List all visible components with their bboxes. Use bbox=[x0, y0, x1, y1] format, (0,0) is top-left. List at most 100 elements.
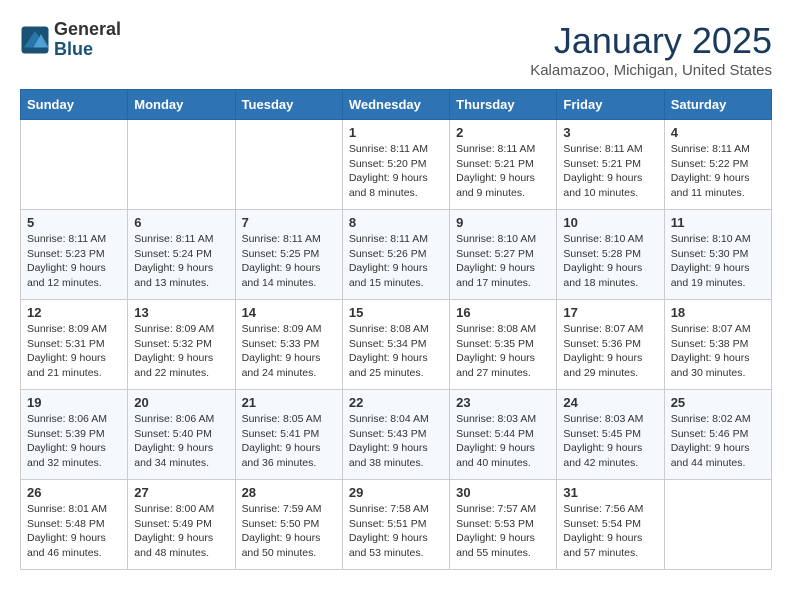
day-info: Sunrise: 8:09 AM Sunset: 5:31 PM Dayligh… bbox=[27, 322, 121, 381]
title-section: January 2025 Kalamazoo, Michigan, United… bbox=[530, 20, 772, 79]
calendar-cell: 27 Sunrise: 8:00 AM Sunset: 5:49 PM Dayli… bbox=[128, 480, 235, 570]
day-info: Sunrise: 8:00 AM Sunset: 5:49 PM Dayligh… bbox=[134, 502, 228, 561]
calendar-cell bbox=[235, 120, 342, 210]
day-info: Sunrise: 7:57 AM Sunset: 5:53 PM Dayligh… bbox=[456, 502, 550, 561]
calendar-cell: 25 Sunrise: 8:02 AM Sunset: 5:46 PM Dayli… bbox=[664, 390, 771, 480]
calendar-cell: 23 Sunrise: 8:03 AM Sunset: 5:44 PM Dayli… bbox=[450, 390, 557, 480]
day-info: Sunrise: 8:01 AM Sunset: 5:48 PM Dayligh… bbox=[27, 502, 121, 561]
calendar-cell: 16 Sunrise: 8:08 AM Sunset: 5:35 PM Dayli… bbox=[450, 300, 557, 390]
day-number: 29 bbox=[349, 485, 443, 500]
page-header: General Blue January 2025 Kalamazoo, Mic… bbox=[20, 20, 772, 79]
day-info: Sunrise: 8:11 AM Sunset: 5:26 PM Dayligh… bbox=[349, 232, 443, 291]
day-info: Sunrise: 8:03 AM Sunset: 5:44 PM Dayligh… bbox=[456, 412, 550, 471]
calendar-cell: 5 Sunrise: 8:11 AM Sunset: 5:23 PM Daylig… bbox=[21, 210, 128, 300]
calendar-cell: 6 Sunrise: 8:11 AM Sunset: 5:24 PM Daylig… bbox=[128, 210, 235, 300]
day-info: Sunrise: 8:02 AM Sunset: 5:46 PM Dayligh… bbox=[671, 412, 765, 471]
day-info: Sunrise: 8:07 AM Sunset: 5:38 PM Dayligh… bbox=[671, 322, 765, 381]
calendar-week-row: 26 Sunrise: 8:01 AM Sunset: 5:48 PM Dayli… bbox=[21, 480, 772, 570]
day-number: 7 bbox=[242, 215, 336, 230]
calendar-cell: 18 Sunrise: 8:07 AM Sunset: 5:38 PM Dayli… bbox=[664, 300, 771, 390]
day-number: 9 bbox=[456, 215, 550, 230]
calendar-cell: 8 Sunrise: 8:11 AM Sunset: 5:26 PM Daylig… bbox=[342, 210, 449, 300]
day-number: 16 bbox=[456, 305, 550, 320]
day-number: 10 bbox=[563, 215, 657, 230]
day-info: Sunrise: 8:09 AM Sunset: 5:32 PM Dayligh… bbox=[134, 322, 228, 381]
calendar-cell: 15 Sunrise: 8:08 AM Sunset: 5:34 PM Dayli… bbox=[342, 300, 449, 390]
day-number: 3 bbox=[563, 125, 657, 140]
day-info: Sunrise: 8:04 AM Sunset: 5:43 PM Dayligh… bbox=[349, 412, 443, 471]
day-info: Sunrise: 8:08 AM Sunset: 5:34 PM Dayligh… bbox=[349, 322, 443, 381]
day-header-saturday: Saturday bbox=[664, 90, 771, 120]
day-info: Sunrise: 8:11 AM Sunset: 5:24 PM Dayligh… bbox=[134, 232, 228, 291]
day-header-friday: Friday bbox=[557, 90, 664, 120]
calendar-cell: 21Sunrise: 8:05 AM Sunset: 5:41 PM Dayli… bbox=[235, 390, 342, 480]
calendar-cell: 3 Sunrise: 8:11 AM Sunset: 5:21 PM Daylig… bbox=[557, 120, 664, 210]
day-info: Sunrise: 8:11 AM Sunset: 5:20 PM Dayligh… bbox=[349, 142, 443, 201]
calendar-cell: 19 Sunrise: 8:06 AM Sunset: 5:39 PM Dayli… bbox=[21, 390, 128, 480]
day-info: Sunrise: 8:08 AM Sunset: 5:35 PM Dayligh… bbox=[456, 322, 550, 381]
calendar-cell: 13Sunrise: 8:09 AM Sunset: 5:32 PM Dayli… bbox=[128, 300, 235, 390]
day-number: 5 bbox=[27, 215, 121, 230]
calendar-table: SundayMondayTuesdayWednesdayThursdayFrid… bbox=[20, 89, 772, 570]
calendar-cell: 1 Sunrise: 8:11 AM Sunset: 5:20 PM Daylig… bbox=[342, 120, 449, 210]
day-info: Sunrise: 8:03 AM Sunset: 5:45 PM Dayligh… bbox=[563, 412, 657, 471]
day-number: 12 bbox=[27, 305, 121, 320]
day-number: 15 bbox=[349, 305, 443, 320]
day-number: 11 bbox=[671, 215, 765, 230]
day-number: 19 bbox=[27, 395, 121, 410]
day-number: 25 bbox=[671, 395, 765, 410]
calendar-cell bbox=[128, 120, 235, 210]
day-header-wednesday: Wednesday bbox=[342, 90, 449, 120]
day-info: Sunrise: 8:11 AM Sunset: 5:23 PM Dayligh… bbox=[27, 232, 121, 291]
day-number: 24 bbox=[563, 395, 657, 410]
day-info: Sunrise: 8:07 AM Sunset: 5:36 PM Dayligh… bbox=[563, 322, 657, 381]
calendar-week-row: 12 Sunrise: 8:09 AM Sunset: 5:31 PM Dayli… bbox=[21, 300, 772, 390]
calendar-cell: 29Sunrise: 7:58 AM Sunset: 5:51 PM Dayli… bbox=[342, 480, 449, 570]
day-number: 18 bbox=[671, 305, 765, 320]
logo: General Blue bbox=[20, 20, 121, 60]
day-number: 4 bbox=[671, 125, 765, 140]
day-info: Sunrise: 8:10 AM Sunset: 5:30 PM Dayligh… bbox=[671, 232, 765, 291]
logo-general: General bbox=[54, 20, 121, 40]
calendar-cell: 20 Sunrise: 8:06 AM Sunset: 5:40 PM Dayli… bbox=[128, 390, 235, 480]
calendar-cell: 22 Sunrise: 8:04 AM Sunset: 5:43 PM Dayli… bbox=[342, 390, 449, 480]
day-info: Sunrise: 8:06 AM Sunset: 5:39 PM Dayligh… bbox=[27, 412, 121, 471]
month-title: January 2025 bbox=[530, 20, 772, 62]
day-info: Sunrise: 8:11 AM Sunset: 5:25 PM Dayligh… bbox=[242, 232, 336, 291]
logo-blue: Blue bbox=[54, 40, 121, 60]
day-number: 20 bbox=[134, 395, 228, 410]
day-number: 22 bbox=[349, 395, 443, 410]
calendar-cell: 9 Sunrise: 8:10 AM Sunset: 5:27 PM Daylig… bbox=[450, 210, 557, 300]
calendar-cell: 14Sunrise: 8:09 AM Sunset: 5:33 PM Dayli… bbox=[235, 300, 342, 390]
calendar-cell: 7 Sunrise: 8:11 AM Sunset: 5:25 PM Daylig… bbox=[235, 210, 342, 300]
day-number: 8 bbox=[349, 215, 443, 230]
logo-text: General Blue bbox=[54, 20, 121, 60]
calendar-cell: 10 Sunrise: 8:10 AM Sunset: 5:28 PM Dayli… bbox=[557, 210, 664, 300]
calendar-week-row: 5 Sunrise: 8:11 AM Sunset: 5:23 PM Daylig… bbox=[21, 210, 772, 300]
day-info: Sunrise: 8:10 AM Sunset: 5:27 PM Dayligh… bbox=[456, 232, 550, 291]
calendar-cell bbox=[664, 480, 771, 570]
calendar-cell: 24 Sunrise: 8:03 AM Sunset: 5:45 PM Dayli… bbox=[557, 390, 664, 480]
day-number: 28 bbox=[242, 485, 336, 500]
calendar-cell: 4 Sunrise: 8:11 AM Sunset: 5:22 PM Daylig… bbox=[664, 120, 771, 210]
calendar-cell bbox=[21, 120, 128, 210]
day-header-sunday: Sunday bbox=[21, 90, 128, 120]
day-number: 27 bbox=[134, 485, 228, 500]
day-number: 1 bbox=[349, 125, 443, 140]
day-header-monday: Monday bbox=[128, 90, 235, 120]
day-header-thursday: Thursday bbox=[450, 90, 557, 120]
calendar-cell: 26 Sunrise: 8:01 AM Sunset: 5:48 PM Dayli… bbox=[21, 480, 128, 570]
day-info: Sunrise: 7:59 AM Sunset: 5:50 PM Dayligh… bbox=[242, 502, 336, 561]
day-number: 21 bbox=[242, 395, 336, 410]
day-info: Sunrise: 8:10 AM Sunset: 5:28 PM Dayligh… bbox=[563, 232, 657, 291]
day-info: Sunrise: 8:11 AM Sunset: 5:22 PM Dayligh… bbox=[671, 142, 765, 201]
day-number: 6 bbox=[134, 215, 228, 230]
day-info: Sunrise: 8:11 AM Sunset: 5:21 PM Dayligh… bbox=[563, 142, 657, 201]
day-number: 23 bbox=[456, 395, 550, 410]
day-number: 31 bbox=[563, 485, 657, 500]
calendar-cell: 11 Sunrise: 8:10 AM Sunset: 5:30 PM Dayli… bbox=[664, 210, 771, 300]
day-info: Sunrise: 8:06 AM Sunset: 5:40 PM Dayligh… bbox=[134, 412, 228, 471]
day-number: 14 bbox=[242, 305, 336, 320]
day-number: 26 bbox=[27, 485, 121, 500]
calendar-week-row: 19 Sunrise: 8:06 AM Sunset: 5:39 PM Dayli… bbox=[21, 390, 772, 480]
